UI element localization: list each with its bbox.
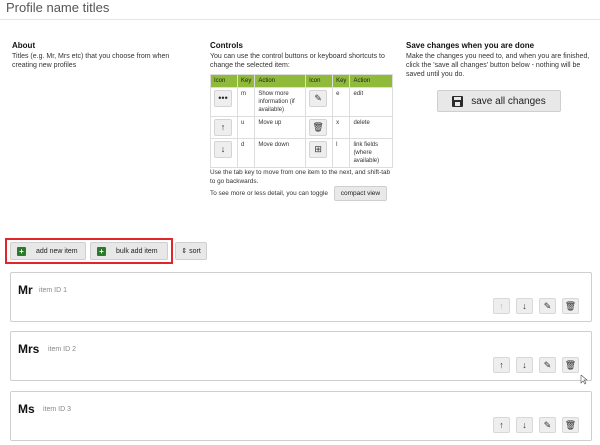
col-header-icon: Icon: [210, 74, 238, 88]
col-header-action: Action: [254, 74, 307, 88]
controls-table: Icon Key Action Icon Key Action ••• m Sh…: [210, 74, 393, 168]
key-cell: l: [332, 138, 351, 168]
move-up-icon: ↑: [214, 119, 232, 136]
sort-icon: ⇕: [181, 248, 188, 255]
move-up-icon[interactable]: ↑: [493, 298, 510, 314]
controls-section: Controls You can use the control buttons…: [210, 41, 395, 201]
table-row: ••• m Show more information (if availabl…: [210, 87, 393, 117]
action-cell: Move up: [254, 116, 307, 139]
list-item[interactable]: Ms item ID 3 ↑ ↓ ✎ 🗑: [10, 391, 592, 441]
item-name: Ms: [18, 402, 35, 416]
item-id: item ID 3: [43, 406, 72, 413]
move-up-icon[interactable]: ↑: [493, 357, 510, 373]
header-divider: [0, 19, 600, 20]
save-heading: Save changes when you are done: [406, 41, 535, 50]
save-all-label: save all changes: [471, 95, 546, 107]
item-actions: ↑ ↓ ✎ 🗑: [493, 417, 579, 433]
item-id: item ID 1: [39, 287, 68, 294]
col-header-key: Key: [236, 74, 256, 88]
list-item[interactable]: Mr item ID 1 ↑ ↓ ✎ 🗑: [10, 272, 592, 322]
link-fields-icon: ⊞: [309, 141, 328, 158]
tab-note: Use the tab key to move from one item to…: [210, 169, 391, 185]
table-row: ↓ d Move down ⊞ l link fields (where ava…: [210, 138, 393, 168]
page-title: Profile name titles: [6, 0, 110, 15]
move-down-icon[interactable]: ↓: [516, 357, 533, 373]
about-heading: About: [12, 41, 36, 50]
key-cell: m: [236, 87, 256, 117]
move-down-icon: ↓: [214, 141, 232, 158]
bulk-add-item-label: bulk add item: [116, 247, 158, 255]
more-icon: •••: [214, 90, 232, 107]
action-cell: Move down: [254, 138, 307, 168]
plus-icon: +: [97, 246, 106, 256]
move-down-icon[interactable]: ↓: [516, 417, 533, 433]
item-id: item ID 2: [48, 346, 77, 353]
controls-intro: You can use the control buttons or keybo…: [210, 53, 385, 69]
key-cell: e: [332, 87, 351, 117]
col-header-key: Key: [332, 74, 351, 88]
key-cell: d: [236, 138, 256, 168]
controls-heading: Controls: [210, 41, 243, 50]
toggle-note-text: To see more or less detail, you can togg…: [210, 190, 328, 197]
about-section: About Titles (e.g. Mr, Mrs etc) that you…: [12, 41, 192, 70]
add-new-item-label: add new item: [36, 247, 78, 255]
trash-icon[interactable]: 🗑: [562, 298, 579, 314]
edit-icon[interactable]: ✎: [539, 417, 556, 433]
sort-button[interactable]: ⇕ sort: [175, 242, 207, 260]
key-cell: x: [332, 116, 351, 139]
edit-icon[interactable]: ✎: [539, 298, 556, 314]
about-text: Titles (e.g. Mr, Mrs etc) that you choos…: [12, 53, 170, 69]
trash-icon[interactable]: 🗑: [562, 417, 579, 433]
action-cell: link fields (where available): [349, 138, 393, 168]
mouse-cursor-icon: [580, 375, 588, 385]
action-cell: Show more information (if available): [254, 87, 307, 117]
action-cell: edit: [349, 87, 393, 117]
col-header-icon: Icon: [305, 74, 334, 88]
toggle-note: To see more or less detail, you can togg…: [210, 186, 395, 201]
table-row: ↑ u Move up 🗑 x delete: [210, 116, 393, 139]
move-up-icon[interactable]: ↑: [493, 417, 510, 433]
edit-icon: ✎: [309, 90, 328, 107]
trash-icon: 🗑: [309, 119, 328, 136]
item-name: Mr: [18, 283, 33, 297]
plus-icon: +: [17, 246, 26, 256]
compact-view-button[interactable]: compact view: [333, 186, 388, 201]
col-header-action: Action: [349, 74, 393, 88]
save-section: Save changes when you are done Make the …: [406, 41, 591, 79]
action-cell: delete: [349, 116, 393, 139]
key-cell: u: [236, 116, 256, 139]
item-actions: ↑ ↓ ✎ 🗑: [493, 357, 579, 373]
item-name: Mrs: [18, 342, 40, 356]
save-all-button[interactable]: save all changes: [437, 90, 561, 112]
floppy-disk-icon: [452, 95, 464, 107]
trash-icon[interactable]: 🗑: [562, 357, 579, 373]
list-item[interactable]: Mrs item ID 2 ↑ ↓ ✎ 🗑: [10, 331, 592, 381]
bulk-add-item-button[interactable]: + bulk add item: [90, 242, 168, 260]
item-actions: ↑ ↓ ✎ 🗑: [493, 298, 579, 314]
save-text: Make the changes you need to, and when y…: [406, 53, 590, 78]
move-down-icon[interactable]: ↓: [516, 298, 533, 314]
edit-icon[interactable]: ✎: [539, 357, 556, 373]
add-new-item-button[interactable]: + add new item: [10, 242, 86, 260]
sort-label: sort: [189, 247, 201, 255]
